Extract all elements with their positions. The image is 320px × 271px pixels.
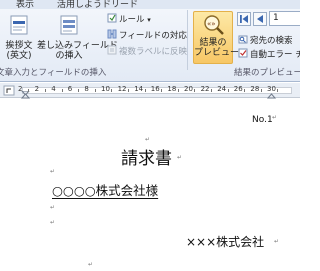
ruler-number: 6 xyxy=(67,85,73,93)
ruler-number: 20 xyxy=(184,85,193,93)
ruler-tick xyxy=(244,89,246,92)
greeting-line-label: 挨拶文 (英文) xyxy=(5,41,33,61)
ruler-tick xyxy=(127,89,129,92)
ruler-number: 28 xyxy=(250,85,260,93)
update-labels-button[interactable]: 複数ラベルに反映 xyxy=(107,45,187,57)
paragraph-mark: ↵ xyxy=(50,219,56,226)
ribbon-tab-row: 表示 活用しようドリード xyxy=(0,0,300,10)
ruler-tick xyxy=(227,89,229,92)
ruler-tick xyxy=(78,89,80,92)
ruler-number: 30 xyxy=(267,85,276,93)
ruler-number: 18 xyxy=(167,85,177,93)
left-indent-marker[interactable] xyxy=(21,91,31,99)
ruler-number: 10 xyxy=(101,85,110,93)
ruler-tick xyxy=(194,89,196,92)
insert-merge-field-label: 差し込みフィールド の挿入 xyxy=(37,41,118,61)
svg-text:«»: «» xyxy=(207,20,216,28)
ruler-number: 4 xyxy=(51,85,56,93)
ruler-tick xyxy=(210,89,212,92)
ruler-number: 12 xyxy=(117,85,127,93)
find-recipient-icon xyxy=(238,35,248,44)
preview-results-label: 結果の プレビュー xyxy=(194,38,240,58)
insert-merge-field-icon xyxy=(60,15,78,35)
ruler-tick xyxy=(144,89,146,92)
paragraph-mark: ↵ xyxy=(177,154,183,161)
paragraph-mark: ↵ xyxy=(50,204,56,211)
document-sender: ×××株式会社 xyxy=(186,235,265,249)
ruler-number: 22 xyxy=(200,85,210,93)
ruler-number: 2 xyxy=(18,85,23,93)
ruler-tick xyxy=(260,89,262,92)
group-label-preview: 結果のプレビュー xyxy=(234,68,300,78)
find-recipient-label: 宛先の検索 xyxy=(250,36,293,46)
update-labels-label: 複数ラベルに反映 xyxy=(119,47,188,57)
ruler-tick xyxy=(44,89,46,92)
rules-label: ルール xyxy=(119,15,145,25)
first-record-icon xyxy=(240,15,248,23)
group-separator xyxy=(187,10,188,70)
match-fields-label: フィールドの対応 xyxy=(119,31,187,41)
ruler-number: 8 xyxy=(84,85,89,93)
ruler-number: 24 xyxy=(217,85,227,93)
tab-addins[interactable]: 活用しようドリード xyxy=(57,0,138,10)
update-labels-icon xyxy=(107,45,117,55)
ruler-tick xyxy=(28,89,30,92)
previous-record-icon xyxy=(257,15,263,23)
document-addressee: ○○○○株式会社様 xyxy=(52,183,159,198)
document-number: No.1 xyxy=(252,115,273,125)
ruler-number: 26 xyxy=(233,85,243,93)
match-fields-button[interactable]: フィールドの対応 xyxy=(107,29,187,41)
paragraph-mark: ↵ xyxy=(274,238,280,245)
paragraph-mark: ↵ xyxy=(88,261,94,268)
group-label-write-insert: 文章入力とフィールドの挿入 xyxy=(0,68,107,78)
paragraph-mark: ↵ xyxy=(272,114,278,121)
ruler-number: 14 xyxy=(134,85,144,93)
rules-button[interactable]: ルール ▾ xyxy=(107,13,151,25)
ruler-tick xyxy=(94,89,96,92)
auto-check-errors-label: 自動エラー チェ xyxy=(250,50,300,60)
previous-record-button[interactable] xyxy=(253,12,267,26)
match-fields-icon xyxy=(107,29,117,39)
ruler-tick xyxy=(161,89,163,92)
chevron-down-icon: ▾ xyxy=(147,16,151,24)
auto-check-errors-button[interactable]: 自動エラー チェ xyxy=(238,48,300,60)
document-title: 請求書 xyxy=(121,149,172,169)
paragraph-mark: ↵ xyxy=(145,136,151,143)
ruler-number: 16 xyxy=(150,85,160,93)
ruler-tick xyxy=(177,89,179,92)
find-recipient-button[interactable]: 宛先の検索 xyxy=(238,34,293,46)
ruler-tick xyxy=(111,89,113,92)
paragraph-mark: ↵ xyxy=(50,168,56,175)
paragraph-mark: ↵ xyxy=(147,187,153,194)
first-record-button[interactable] xyxy=(237,12,251,26)
greeting-line-icon xyxy=(10,15,28,35)
check-errors-icon xyxy=(238,48,248,58)
record-number-input[interactable]: 1 xyxy=(269,11,300,26)
greeting-line-button[interactable]: 挨拶文 (英文) xyxy=(1,14,37,61)
preview-results-button[interactable]: «» 結果の プレビュー xyxy=(193,11,240,64)
ruler-tick xyxy=(61,89,63,92)
ribbon: 表示 活用しようドリード 挨拶文 (英文) 差し込みフィールド の挿入 ルール … xyxy=(0,0,300,82)
ruler-number: 2 xyxy=(34,85,40,93)
rules-icon xyxy=(107,13,117,23)
magnifier-abc-icon: «» xyxy=(204,15,224,35)
tab-display[interactable]: 表示 xyxy=(16,0,34,10)
ruler-tick xyxy=(277,89,279,92)
insert-merge-field-button[interactable]: 差し込みフィールド の挿入 xyxy=(37,14,118,61)
